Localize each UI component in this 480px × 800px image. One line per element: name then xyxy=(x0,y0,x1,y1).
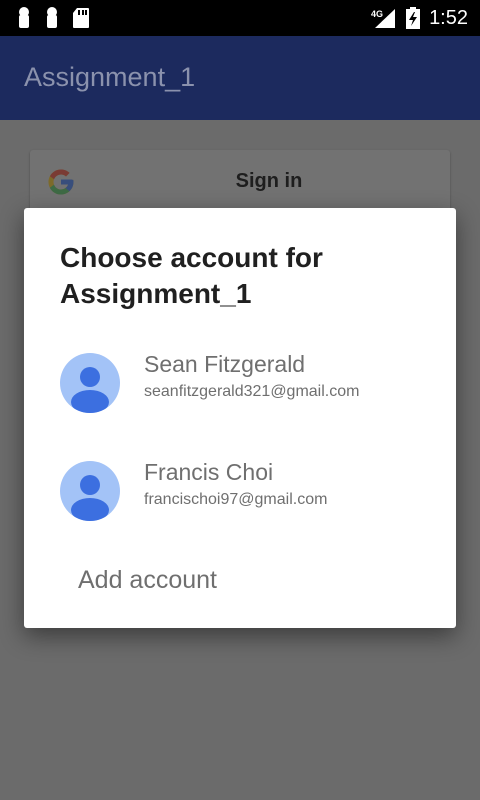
status-system: 4G 1:52 xyxy=(371,0,468,36)
status-notifications xyxy=(16,6,90,30)
avatar xyxy=(60,461,120,521)
notification-icon xyxy=(19,7,29,28)
status-bar: 4G 1:52 xyxy=(0,0,480,36)
add-account-button[interactable]: Add account xyxy=(78,566,217,595)
person-icon xyxy=(71,475,109,521)
network-type: 4G xyxy=(371,9,383,19)
battery-icon xyxy=(406,7,421,29)
avatar xyxy=(60,353,120,413)
google-sign-in-button[interactable]: Sign in xyxy=(30,150,450,216)
sd-card-icon xyxy=(73,8,89,28)
app-bar: Assignment_1 xyxy=(0,36,480,120)
app-title: Assignment_1 xyxy=(24,62,196,92)
signal-icon: 4G xyxy=(371,9,396,28)
choose-account-dialog: Choose account for Assignment_1 Sean Fit… xyxy=(24,208,456,628)
account-email: francischoi97@gmail.com xyxy=(144,491,328,508)
account-item[interactable]: Sean Fitzgerald seanfitzgerald321@gmail.… xyxy=(24,341,456,425)
notification-icon xyxy=(47,7,57,28)
account-item[interactable]: Francis Choi francischoi97@gmail.com xyxy=(24,449,456,533)
sign-in-label: Sign in xyxy=(235,170,303,192)
account-email: seanfitzgerald321@gmail.com xyxy=(144,383,360,400)
account-name: Francis Choi xyxy=(144,459,274,485)
person-icon xyxy=(71,367,109,413)
status-time: 1:52 xyxy=(429,6,468,29)
account-name: Sean Fitzgerald xyxy=(144,351,306,377)
dialog-title: Choose account for Assignment_1 xyxy=(60,242,323,309)
